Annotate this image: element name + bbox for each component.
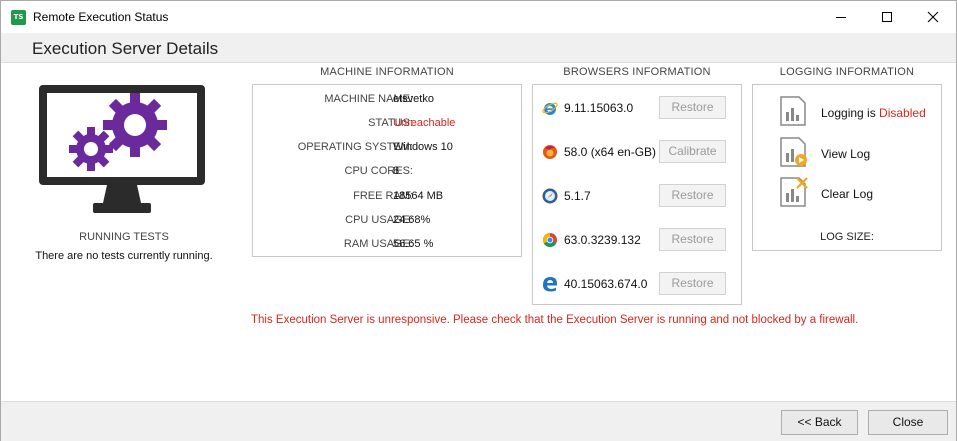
os-row: OPERATING SYSTEM: Windows 10 bbox=[253, 141, 521, 157]
cpu-cores-value: 8 bbox=[393, 165, 400, 177]
firefox-icon bbox=[543, 145, 557, 159]
remote-execution-window: TS Remote Execution Status Execution Ser… bbox=[0, 0, 957, 441]
maximize-button[interactable] bbox=[864, 1, 910, 33]
restore-edge-button[interactable]: Restore bbox=[659, 272, 726, 295]
window-title: Remote Execution Status bbox=[33, 10, 169, 24]
header-band: Execution Server Details bbox=[1, 33, 956, 63]
ram-usage-row: RAM USAGE: 56.65 % bbox=[253, 238, 521, 254]
close-button[interactable]: Close bbox=[868, 410, 948, 435]
status-value: Unreachable bbox=[393, 117, 456, 129]
free-ram-row: FREE RAM: 18564 MB bbox=[253, 190, 521, 206]
browser-row-chrome: 63.0.3239.132 Restore bbox=[533, 228, 741, 252]
view-log-icon bbox=[780, 137, 807, 167]
logging-info-title: LOGGING INFORMATION bbox=[779, 66, 915, 78]
machine-info-panel: MACHINE NAME: etsvetko STATUS: Unreachab… bbox=[252, 84, 522, 257]
ram-usage-value: 56.65 % bbox=[393, 238, 434, 250]
view-log-link[interactable]: View Log bbox=[821, 147, 870, 161]
edge-icon bbox=[543, 277, 557, 292]
free-ram-value: 18564 MB bbox=[393, 190, 444, 202]
browsers-info-panel: 9.11.15063.0 Restore 58.0 (x64 en-GB) Ca… bbox=[532, 84, 742, 305]
running-tests-message: There are no tests currently running. bbox=[35, 250, 213, 262]
restore-safari-button[interactable]: Restore bbox=[659, 184, 726, 207]
back-button[interactable]: << Back bbox=[781, 410, 858, 435]
cpu-cores-row: CPU CORES: 8 bbox=[253, 165, 521, 181]
log-document-icon bbox=[780, 96, 806, 126]
logging-state-value: Disabled bbox=[879, 106, 926, 120]
clear-log-icon bbox=[780, 177, 808, 207]
calibrate-firefox-button[interactable]: Calibrate bbox=[659, 140, 726, 163]
browser-version: 5.1.7 bbox=[564, 189, 591, 203]
logging-info-panel: Logging is Disabled View Log Clear Log L… bbox=[752, 84, 942, 251]
browser-version: 58.0 (x64 en-GB) bbox=[564, 145, 657, 159]
restore-chrome-button[interactable]: Restore bbox=[659, 228, 726, 251]
view-log-row[interactable]: View Log bbox=[753, 137, 941, 167]
close-icon bbox=[927, 11, 939, 23]
cpu-cores-label: CPU CORES: bbox=[344, 165, 413, 177]
safari-icon bbox=[542, 188, 558, 204]
cpu-usage-value: 24.68% bbox=[393, 214, 431, 226]
page-title: Execution Server Details bbox=[32, 39, 219, 58]
running-tests-title: RUNNING TESTS bbox=[79, 231, 169, 243]
title-bar: TS Remote Execution Status bbox=[1, 1, 956, 33]
execution-server-illustration bbox=[37, 83, 207, 218]
logging-status-text: Logging is Disabled bbox=[821, 106, 926, 120]
unresponsive-error-message: This Execution Server is unresponsive. P… bbox=[251, 314, 859, 326]
machine-name-row: MACHINE NAME: etsvetko bbox=[253, 93, 521, 109]
footer-bar: << Back Close bbox=[1, 401, 956, 441]
restore-ie-button[interactable]: Restore bbox=[659, 96, 726, 119]
status-row: STATUS: Unreachable bbox=[253, 117, 521, 133]
browser-version: 63.0.3239.132 bbox=[564, 233, 641, 247]
app-icon: TS bbox=[11, 10, 26, 25]
cpu-usage-row: CPU USAGE: 24.68% bbox=[253, 214, 521, 230]
browser-version: 40.15063.674.0 bbox=[564, 277, 648, 291]
internet-explorer-icon bbox=[542, 102, 558, 115]
chrome-icon bbox=[543, 233, 557, 247]
close-window-button[interactable] bbox=[910, 1, 956, 33]
minimize-icon bbox=[836, 17, 846, 18]
machine-name-value: etsvetko bbox=[393, 93, 434, 105]
browser-version: 9.11.15063.0 bbox=[564, 101, 634, 115]
maximize-icon bbox=[882, 12, 892, 22]
clear-log-link[interactable]: Clear Log bbox=[821, 187, 873, 201]
clear-log-row[interactable]: Clear Log bbox=[753, 177, 941, 207]
browser-row-edge: 40.15063.674.0 Restore bbox=[533, 272, 741, 296]
os-value: Windows 10 bbox=[393, 141, 453, 153]
browser-row-ie: 9.11.15063.0 Restore bbox=[533, 96, 741, 120]
machine-info-title: MACHINE INFORMATION bbox=[320, 66, 454, 78]
logging-status-row: Logging is Disabled bbox=[753, 96, 941, 126]
browser-row-firefox: 58.0 (x64 en-GB) Calibrate bbox=[533, 140, 741, 164]
minimize-button[interactable] bbox=[818, 1, 864, 33]
monitor-gears-icon bbox=[39, 85, 205, 213]
log-size-label: LOG SIZE: bbox=[820, 231, 874, 243]
browsers-info-title: BROWSERS INFORMATION bbox=[563, 66, 711, 78]
browser-row-safari: 5.1.7 Restore bbox=[533, 184, 741, 208]
